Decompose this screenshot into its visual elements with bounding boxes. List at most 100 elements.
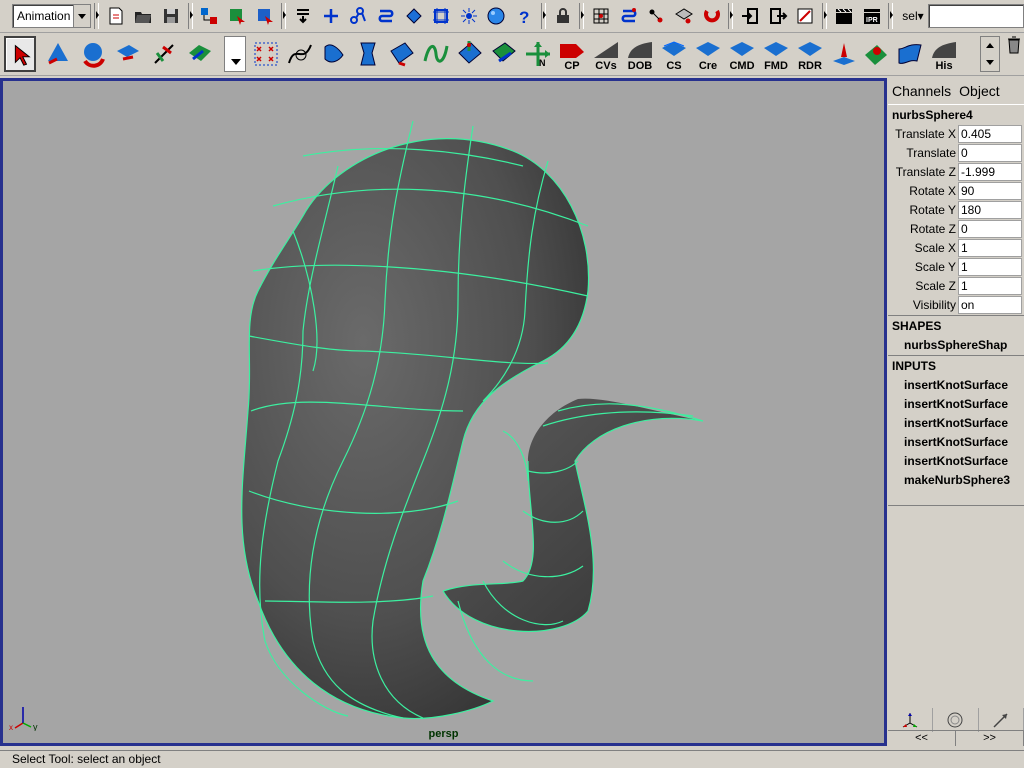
trash-icon[interactable]	[1006, 36, 1022, 54]
shelf-button-cre[interactable]: Cre	[692, 36, 724, 72]
channels-menu[interactable]: Channels	[892, 83, 951, 99]
attribute-row[interactable]: Scale X1	[888, 238, 1024, 257]
object-menu[interactable]: Object	[959, 83, 999, 99]
section-toggle[interactable]	[888, 3, 894, 29]
quick-selection-label[interactable]: sel▾	[902, 9, 923, 23]
ipr-render-icon[interactable]: IPR	[860, 4, 884, 28]
section-toggle[interactable]	[281, 3, 287, 29]
shelf-button-cs[interactable]: CS	[658, 36, 690, 72]
scroll-left-button[interactable]: <<	[888, 731, 956, 746]
snap-to-points-icon[interactable]	[645, 4, 669, 28]
attribute-value-field[interactable]: 1	[958, 276, 1022, 295]
object-name[interactable]: nurbsSphere4	[888, 104, 1024, 124]
attribute-value-field[interactable]: 90	[958, 181, 1022, 200]
lasso-tool-button[interactable]	[42, 36, 74, 72]
input-node[interactable]: makeNurbSphere3	[888, 470, 1024, 489]
scroll-up-icon[interactable]	[981, 37, 999, 54]
select-dynamics-icon[interactable]	[457, 4, 481, 28]
output-operations-icon[interactable]	[766, 4, 790, 28]
open-scene-icon[interactable]	[131, 4, 155, 28]
move-tool-button[interactable]	[78, 36, 110, 72]
section-toggle[interactable]	[728, 3, 734, 29]
shape-node[interactable]: nurbsSphereShap	[888, 335, 1024, 354]
input-node[interactable]: insertKnotSurface	[888, 413, 1024, 432]
snap-to-curves-icon[interactable]	[617, 4, 641, 28]
attribute-value-field[interactable]: on	[958, 295, 1022, 314]
pencil-curve-tool-button[interactable]	[284, 36, 316, 72]
section-toggle[interactable]	[93, 3, 99, 29]
section-toggle[interactable]	[187, 3, 193, 29]
rotate-tool-button[interactable]	[112, 36, 144, 72]
construction-history-icon[interactable]	[794, 4, 818, 28]
attribute-row[interactable]: Rotate Y 180	[888, 200, 1024, 219]
new-scene-icon[interactable]	[104, 4, 128, 28]
show-manipulator-button[interactable]	[184, 36, 216, 72]
save-scene-icon[interactable]	[159, 4, 183, 28]
attribute-row[interactable]: Rotate Z0	[888, 219, 1024, 238]
section-toggle[interactable]	[822, 3, 828, 29]
attribute-row[interactable]: Rotate X 90	[888, 181, 1024, 200]
shelf-scrollbar[interactable]	[980, 36, 1000, 72]
select-joints-icon[interactable]	[347, 4, 371, 28]
move-tool-icon[interactable]	[888, 708, 934, 732]
render-current-frame-icon[interactable]	[832, 4, 856, 28]
snap-to-view-planes-icon[interactable]	[672, 4, 696, 28]
select-surfaces-icon[interactable]	[402, 4, 426, 28]
cloth-button[interactable]	[894, 36, 926, 72]
scroll-down-icon[interactable]	[981, 54, 999, 71]
select-component-icon[interactable]	[253, 4, 277, 28]
attribute-value-field[interactable]: 0	[958, 219, 1022, 238]
shelf-button-cvs[interactable]: CVs	[590, 36, 622, 72]
attribute-row[interactable]: Translate X 0.405	[888, 124, 1024, 143]
select-handles-icon[interactable]	[319, 4, 343, 28]
revolve-button[interactable]	[318, 36, 350, 72]
shelf-button-his[interactable]: His	[928, 36, 960, 72]
make-live-icon[interactable]	[700, 4, 724, 28]
shelf-tabs-menu[interactable]	[224, 36, 246, 72]
select-rendering-icon[interactable]	[485, 4, 509, 28]
select-misc-icon[interactable]: ?	[512, 4, 536, 28]
attribute-row[interactable]: Translate Z -1.999	[888, 162, 1024, 181]
shelf-button-cp[interactable]: CP	[556, 36, 588, 72]
scale-tool-icon[interactable]	[979, 708, 1024, 732]
section-toggle[interactable]	[579, 3, 585, 29]
shelf-button-fmd[interactable]: FMD	[760, 36, 792, 72]
nurbs-surface-render[interactable]	[3, 81, 884, 743]
select-tool-button[interactable]	[4, 36, 36, 72]
attribute-value-field[interactable]: 180	[958, 200, 1022, 219]
perspective-viewport[interactable]: x y persp	[0, 78, 887, 746]
birail-button[interactable]	[454, 36, 486, 72]
quick-selection-field[interactable]	[927, 4, 1024, 28]
scroll-right-button[interactable]: >>	[956, 731, 1024, 746]
loft-button[interactable]	[352, 36, 384, 72]
attach-surfaces-button[interactable]: N	[522, 36, 554, 72]
cone-primitive-button[interactable]	[828, 36, 860, 72]
snap-to-grids-icon[interactable]	[589, 4, 613, 28]
trim-tool-button[interactable]	[488, 36, 520, 72]
menu-set-dropdown[interactable]: Animation	[12, 4, 91, 28]
select-curves-icon[interactable]	[374, 4, 398, 28]
input-node[interactable]: insertKnotSurface	[888, 432, 1024, 451]
chevron-down-icon[interactable]	[72, 5, 90, 27]
scale-tool-button[interactable]	[148, 36, 180, 72]
select-hierarchy-icon[interactable]	[198, 4, 222, 28]
sculpt-button[interactable]	[860, 36, 892, 72]
attribute-row[interactable]: Scale Y1	[888, 257, 1024, 276]
mask-menu-icon[interactable]	[291, 4, 315, 28]
attribute-value-field[interactable]: 0.405	[958, 124, 1022, 143]
extrude-button[interactable]	[420, 36, 452, 72]
attribute-row[interactable]: Translate 0	[888, 143, 1024, 162]
input-operations-icon[interactable]	[738, 4, 762, 28]
attribute-row[interactable]: Scale Z1	[888, 276, 1024, 295]
attribute-value-field[interactable]: -1.999	[958, 162, 1022, 181]
shelf-button-cmd[interactable]: CMD	[726, 36, 758, 72]
section-toggle[interactable]	[540, 3, 546, 29]
input-node[interactable]: insertKnotSurface	[888, 375, 1024, 394]
input-node[interactable]: insertKnotSurface	[888, 394, 1024, 413]
attribute-row[interactable]: Visibility on	[888, 295, 1024, 314]
shelf-button-rdr[interactable]: RDR	[794, 36, 826, 72]
planar-button[interactable]	[386, 36, 418, 72]
select-deformations-icon[interactable]	[429, 4, 453, 28]
select-object-icon[interactable]	[225, 4, 249, 28]
lock-selection-icon[interactable]	[551, 4, 575, 28]
